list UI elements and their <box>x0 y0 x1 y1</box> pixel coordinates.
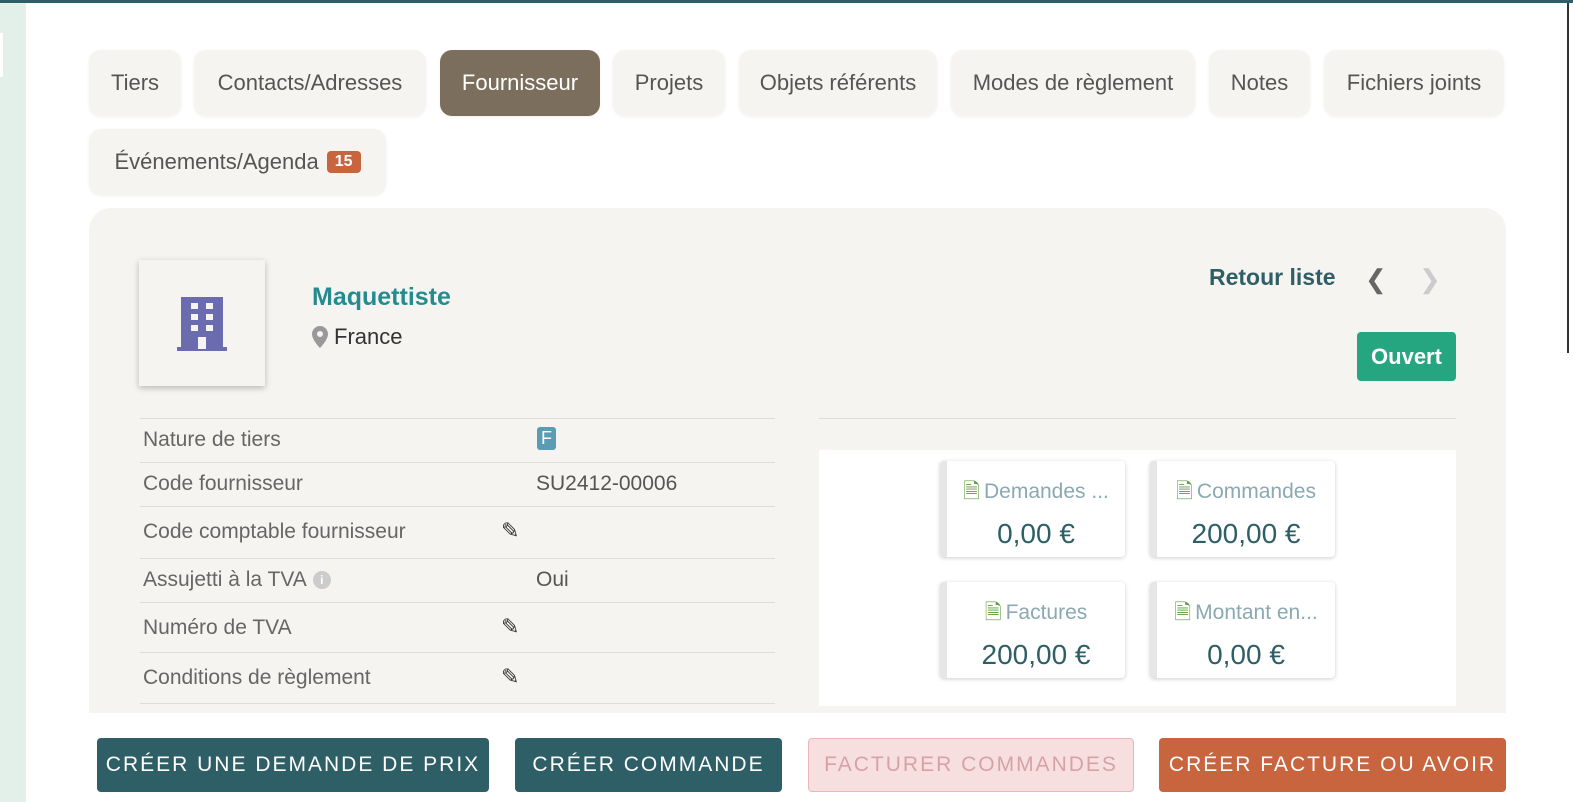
field-row-code-fournisseur: Code fournisseur SU2412-00006 <box>140 462 775 506</box>
tab-label: Fichiers joints <box>1346 70 1482 95</box>
invoice-doc-icon: 🗎 <box>963 480 980 503</box>
stat-label: 🗎 Commandes <box>1157 477 1335 512</box>
stat-label-text: Factures <box>1005 601 1088 624</box>
supplier-fields-table: Nature de tiers F Code fournisseur SU241… <box>140 418 775 704</box>
tab-fournisseur[interactable]: Fournisseur <box>440 50 600 116</box>
edit-pencil-icon[interactable]: ✎ <box>501 518 519 544</box>
field-value: SU2412-00006 <box>536 472 678 495</box>
stat-value: 0,00 € <box>1207 639 1285 670</box>
field-row-tva: Assujetti à la TVA i Oui <box>140 558 775 602</box>
field-label-text: Assujetti à la TVA <box>143 568 307 591</box>
stat-factures[interactable]: 🗎 Factures 200,00 € <box>940 582 1125 678</box>
company-name: Maquettiste <box>312 283 451 311</box>
page-scrollbar[interactable] <box>1567 3 1569 353</box>
field-label: Nature de tiers <box>143 428 281 451</box>
tab-label: Contacts/Adresses <box>217 70 403 95</box>
field-row-nature: Nature de tiers F <box>140 418 775 462</box>
company-location: France <box>312 324 402 350</box>
tab-notes[interactable]: Notes <box>1209 50 1310 116</box>
chevron-left-icon[interactable]: ❮ <box>1365 264 1387 295</box>
tab-tiers[interactable]: Tiers <box>89 50 181 116</box>
create-order-button[interactable]: CRÉER COMMANDE <box>515 738 782 792</box>
field-row-conditions: Conditions de règlement ✎ <box>140 652 775 704</box>
create-price-request-button[interactable]: CRÉER UNE DEMANDE DE PRIX <box>97 738 489 792</box>
field-label: Code comptable fournisseur <box>143 520 406 543</box>
right-divider <box>819 418 1456 419</box>
stat-label: 🗎 Demandes ... <box>947 477 1125 512</box>
field-label: Numéro de TVA <box>143 616 292 639</box>
stat-value: 200,00 € <box>981 639 1091 670</box>
tab-projets[interactable]: Projets <box>613 50 725 116</box>
back-to-list-link[interactable]: Retour liste <box>1209 264 1336 291</box>
stat-commandes[interactable]: 🗎 Commandes 200,00 € <box>1150 461 1335 557</box>
status-badge: Ouvert <box>1357 332 1456 381</box>
stat-label: 🗎 Factures <box>947 598 1125 633</box>
stats-panel: 🗎 Demandes ... 0,00 € 🗎 Commandes 200,00 €… <box>819 450 1456 706</box>
create-invoice-button[interactable]: CRÉER FACTURE OU AVOIR <box>1159 738 1506 792</box>
field-label: Conditions de règlement <box>143 666 371 689</box>
field-label: Code fournisseur <box>143 472 303 495</box>
company-country: France <box>334 324 403 349</box>
field-value: Oui <box>536 568 569 591</box>
chevron-right-icon[interactable]: ❯ <box>1419 264 1441 295</box>
event-count-badge: 15 <box>326 151 361 173</box>
field-label: Assujetti à la TVA i <box>143 568 331 592</box>
tab-label: Notes <box>1230 70 1289 95</box>
left-sidebar-strip <box>0 3 26 802</box>
edit-pencil-icon[interactable]: ✎ <box>501 614 519 640</box>
sidebar-nub <box>0 33 3 77</box>
tab-label: Fournisseur <box>461 70 579 95</box>
nature-badge: F <box>537 427 556 450</box>
field-row-numero-tva: Numéro de TVA ✎ <box>140 602 775 652</box>
invoice-doc-icon: 🗎 <box>1174 601 1192 624</box>
tab-modes-reglement[interactable]: Modes de règlement <box>951 50 1195 116</box>
building-icon <box>177 297 227 351</box>
stat-value: 0,00 € <box>997 518 1075 549</box>
stat-montant-encours[interactable]: 🗎 Montant en... 0,00 € <box>1150 582 1335 678</box>
map-pin-icon <box>312 326 328 348</box>
info-icon[interactable]: i <box>312 571 331 590</box>
tab-contacts-adresses[interactable]: Contacts/Adresses <box>194 50 426 116</box>
supplier-card: Maquettiste France Retour liste ❮ ❯ Ouve… <box>89 208 1506 713</box>
invoice-orders-button[interactable]: FACTURER COMMANDES <box>808 738 1134 792</box>
invoice-doc-icon: 🗎 <box>1176 480 1193 503</box>
company-logo <box>139 260 265 386</box>
stat-demandes[interactable]: 🗎 Demandes ... 0,00 € <box>940 461 1125 557</box>
tab-label: Modes de règlement <box>972 70 1174 95</box>
edit-pencil-icon[interactable]: ✎ <box>501 664 519 690</box>
field-row-code-comptable: Code comptable fournisseur ✎ <box>140 506 775 558</box>
tab-label: Objets référents <box>759 70 917 95</box>
tab-label: Tiers <box>110 70 160 95</box>
top-border <box>0 0 1573 3</box>
tab-evenements-agenda[interactable]: Événements/Agenda 15 <box>89 129 386 195</box>
invoice-doc-icon: 🗎 <box>984 601 1002 624</box>
stat-value: 200,00 € <box>1191 518 1301 549</box>
tab-objets-referents[interactable]: Objets référents <box>739 50 937 116</box>
stat-label-text: Demandes ... <box>983 480 1109 503</box>
stat-label-text: Montant en... <box>1195 601 1318 624</box>
stat-label: 🗎 Montant en... <box>1157 598 1335 633</box>
stat-label-text: Commandes <box>1196 480 1316 503</box>
tab-fichiers-joints[interactable]: Fichiers joints <box>1324 50 1504 116</box>
tab-label: Événements/Agenda <box>114 149 319 174</box>
tab-label: Projets <box>634 70 704 95</box>
